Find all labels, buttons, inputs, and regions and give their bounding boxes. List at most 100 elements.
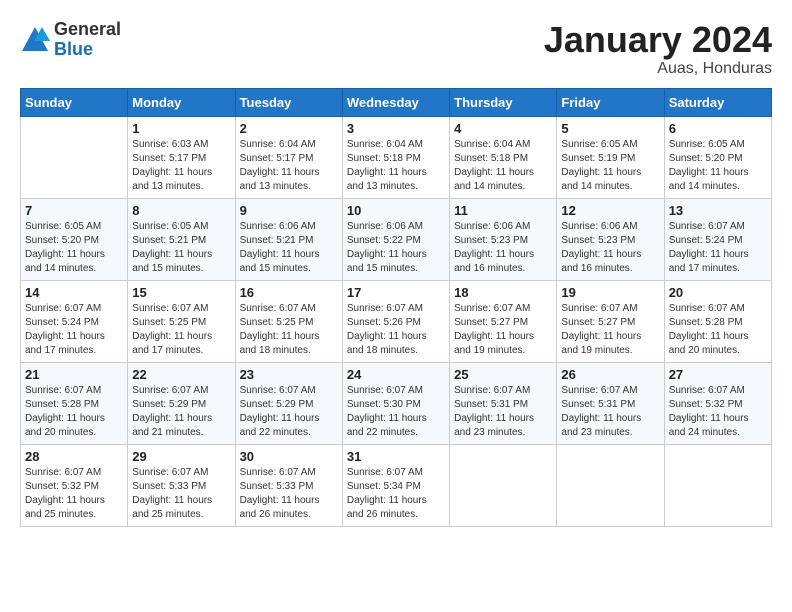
day-number: 6 bbox=[669, 121, 767, 136]
day-number: 26 bbox=[561, 367, 659, 382]
day-number: 24 bbox=[347, 367, 445, 382]
header-day: Sunday bbox=[21, 88, 128, 116]
calendar-cell: 18 Sunrise: 6:07 AMSunset: 5:27 PMDayligh… bbox=[450, 280, 557, 362]
day-number: 23 bbox=[240, 367, 338, 382]
calendar-cell: 11 Sunrise: 6:06 AMSunset: 5:23 PMDayligh… bbox=[450, 198, 557, 280]
day-number: 17 bbox=[347, 285, 445, 300]
page-header: General Blue January 2024 Auas, Honduras bbox=[20, 20, 772, 78]
day-info: Sunrise: 6:07 AMSunset: 5:32 PMDaylight:… bbox=[669, 384, 767, 440]
day-number: 31 bbox=[347, 449, 445, 464]
day-number: 13 bbox=[669, 203, 767, 218]
day-info: Sunrise: 6:05 AMSunset: 5:20 PMDaylight:… bbox=[25, 220, 123, 276]
calendar-cell: 27 Sunrise: 6:07 AMSunset: 5:32 PMDayligh… bbox=[664, 362, 771, 444]
day-info: Sunrise: 6:05 AMSunset: 5:21 PMDaylight:… bbox=[132, 220, 230, 276]
day-number: 14 bbox=[25, 285, 123, 300]
calendar-cell: 22 Sunrise: 6:07 AMSunset: 5:29 PMDayligh… bbox=[128, 362, 235, 444]
day-info: Sunrise: 6:07 AMSunset: 5:33 PMDaylight:… bbox=[132, 466, 230, 522]
day-info: Sunrise: 6:07 AMSunset: 5:24 PMDaylight:… bbox=[25, 302, 123, 358]
day-number: 5 bbox=[561, 121, 659, 136]
day-number: 16 bbox=[240, 285, 338, 300]
day-number: 9 bbox=[240, 203, 338, 218]
calendar-cell: 26Sunrise: 6:07 AMSunset: 5:31 PMDayligh… bbox=[557, 362, 664, 444]
day-info: Sunrise: 6:04 AMSunset: 5:17 PMDaylight:… bbox=[240, 138, 338, 194]
month-title: January 2024 bbox=[544, 20, 772, 60]
calendar-cell: 1 Sunrise: 6:03 AMSunset: 5:17 PMDaylight… bbox=[128, 116, 235, 198]
day-info: Sunrise: 6:03 AMSunset: 5:17 PMDaylight:… bbox=[132, 138, 230, 194]
day-info: Sunrise: 6:07 AMSunset: 5:28 PMDaylight:… bbox=[669, 302, 767, 358]
day-info: Sunrise: 6:07 AMSunset: 5:27 PMDaylight:… bbox=[561, 302, 659, 358]
calendar-cell: 17 Sunrise: 6:07 AMSunset: 5:26 PMDayligh… bbox=[342, 280, 449, 362]
day-info: Sunrise: 6:06 AMSunset: 5:22 PMDaylight:… bbox=[347, 220, 445, 276]
header-day: Wednesday bbox=[342, 88, 449, 116]
day-info: Sunrise: 6:06 AMSunset: 5:23 PMDaylight:… bbox=[454, 220, 552, 276]
header-row: SundayMondayTuesdayWednesdayThursdayFrid… bbox=[21, 88, 772, 116]
day-number: 8 bbox=[132, 203, 230, 218]
location: Auas, Honduras bbox=[544, 60, 772, 78]
calendar-cell: 14 Sunrise: 6:07 AMSunset: 5:24 PMDayligh… bbox=[21, 280, 128, 362]
logo-icon bbox=[20, 25, 50, 55]
title-block: January 2024 Auas, Honduras bbox=[544, 20, 772, 78]
day-number: 28 bbox=[25, 449, 123, 464]
calendar-cell: 24 Sunrise: 6:07 AMSunset: 5:30 PMDayligh… bbox=[342, 362, 449, 444]
day-info: Sunrise: 6:07 AMSunset: 5:29 PMDaylight:… bbox=[132, 384, 230, 440]
calendar-cell: 29Sunrise: 6:07 AMSunset: 5:33 PMDayligh… bbox=[128, 444, 235, 526]
logo: General Blue bbox=[20, 20, 121, 60]
day-info: Sunrise: 6:04 AMSunset: 5:18 PMDaylight:… bbox=[347, 138, 445, 194]
day-info: Sunrise: 6:05 AMSunset: 5:19 PMDaylight:… bbox=[561, 138, 659, 194]
day-info: Sunrise: 6:07 AMSunset: 5:27 PMDaylight:… bbox=[454, 302, 552, 358]
day-number: 12 bbox=[561, 203, 659, 218]
day-number: 15 bbox=[132, 285, 230, 300]
calendar-cell: 7 Sunrise: 6:05 AMSunset: 5:20 PMDaylight… bbox=[21, 198, 128, 280]
day-number: 27 bbox=[669, 367, 767, 382]
calendar-cell bbox=[21, 116, 128, 198]
day-number: 22 bbox=[132, 367, 230, 382]
day-info: Sunrise: 6:07 AMSunset: 5:24 PMDaylight:… bbox=[669, 220, 767, 276]
calendar-cell: 19 Sunrise: 6:07 AMSunset: 5:27 PMDayligh… bbox=[557, 280, 664, 362]
day-number: 3 bbox=[347, 121, 445, 136]
logo-text: General Blue bbox=[54, 20, 121, 60]
day-number: 2 bbox=[240, 121, 338, 136]
calendar-cell bbox=[664, 444, 771, 526]
day-number: 25 bbox=[454, 367, 552, 382]
day-number: 10 bbox=[347, 203, 445, 218]
calendar-cell: 6 Sunrise: 6:05 AMSunset: 5:20 PMDaylight… bbox=[664, 116, 771, 198]
day-info: Sunrise: 6:06 AMSunset: 5:21 PMDaylight:… bbox=[240, 220, 338, 276]
calendar-cell: 8 Sunrise: 6:05 AMSunset: 5:21 PMDaylight… bbox=[128, 198, 235, 280]
calendar-cell: 23Sunrise: 6:07 AMSunset: 5:29 PMDayligh… bbox=[235, 362, 342, 444]
day-info: Sunrise: 6:04 AMSunset: 5:18 PMDaylight:… bbox=[454, 138, 552, 194]
calendar-cell: 12 Sunrise: 6:06 AMSunset: 5:23 PMDayligh… bbox=[557, 198, 664, 280]
day-info: Sunrise: 6:07 AMSunset: 5:31 PMDaylight:… bbox=[454, 384, 552, 440]
day-number: 11 bbox=[454, 203, 552, 218]
day-info: Sunrise: 6:07 AMSunset: 5:32 PMDaylight:… bbox=[25, 466, 123, 522]
day-number: 30 bbox=[240, 449, 338, 464]
day-number: 4 bbox=[454, 121, 552, 136]
day-info: Sunrise: 6:07 AMSunset: 5:25 PMDaylight:… bbox=[240, 302, 338, 358]
calendar-week: 7 Sunrise: 6:05 AMSunset: 5:20 PMDaylight… bbox=[21, 198, 772, 280]
day-number: 20 bbox=[669, 285, 767, 300]
day-info: Sunrise: 6:06 AMSunset: 5:23 PMDaylight:… bbox=[561, 220, 659, 276]
header-day: Thursday bbox=[450, 88, 557, 116]
day-number: 1 bbox=[132, 121, 230, 136]
logo-blue: Blue bbox=[54, 40, 121, 60]
day-info: Sunrise: 6:07 AMSunset: 5:26 PMDaylight:… bbox=[347, 302, 445, 358]
calendar-cell: 4 Sunrise: 6:04 AMSunset: 5:18 PMDaylight… bbox=[450, 116, 557, 198]
calendar-cell: 28 Sunrise: 6:07 AMSunset: 5:32 PMDayligh… bbox=[21, 444, 128, 526]
logo-general: General bbox=[54, 20, 121, 40]
calendar-cell: 9 Sunrise: 6:06 AMSunset: 5:21 PMDaylight… bbox=[235, 198, 342, 280]
calendar-cell: 30 Sunrise: 6:07 AMSunset: 5:33 PMDayligh… bbox=[235, 444, 342, 526]
calendar-cell bbox=[557, 444, 664, 526]
calendar-cell: 15 Sunrise: 6:07 AMSunset: 5:25 PMDayligh… bbox=[128, 280, 235, 362]
day-number: 18 bbox=[454, 285, 552, 300]
header-day: Friday bbox=[557, 88, 664, 116]
day-info: Sunrise: 6:07 AMSunset: 5:33 PMDaylight:… bbox=[240, 466, 338, 522]
day-info: Sunrise: 6:05 AMSunset: 5:20 PMDaylight:… bbox=[669, 138, 767, 194]
header-day: Monday bbox=[128, 88, 235, 116]
header-day: Saturday bbox=[664, 88, 771, 116]
day-number: 19 bbox=[561, 285, 659, 300]
day-number: 7 bbox=[25, 203, 123, 218]
calendar-cell: 10 Sunrise: 6:06 AMSunset: 5:22 PMDayligh… bbox=[342, 198, 449, 280]
day-info: Sunrise: 6:07 AMSunset: 5:30 PMDaylight:… bbox=[347, 384, 445, 440]
calendar-cell bbox=[450, 444, 557, 526]
day-info: Sunrise: 6:07 AMSunset: 5:28 PMDaylight:… bbox=[25, 384, 123, 440]
day-info: Sunrise: 6:07 AMSunset: 5:25 PMDaylight:… bbox=[132, 302, 230, 358]
